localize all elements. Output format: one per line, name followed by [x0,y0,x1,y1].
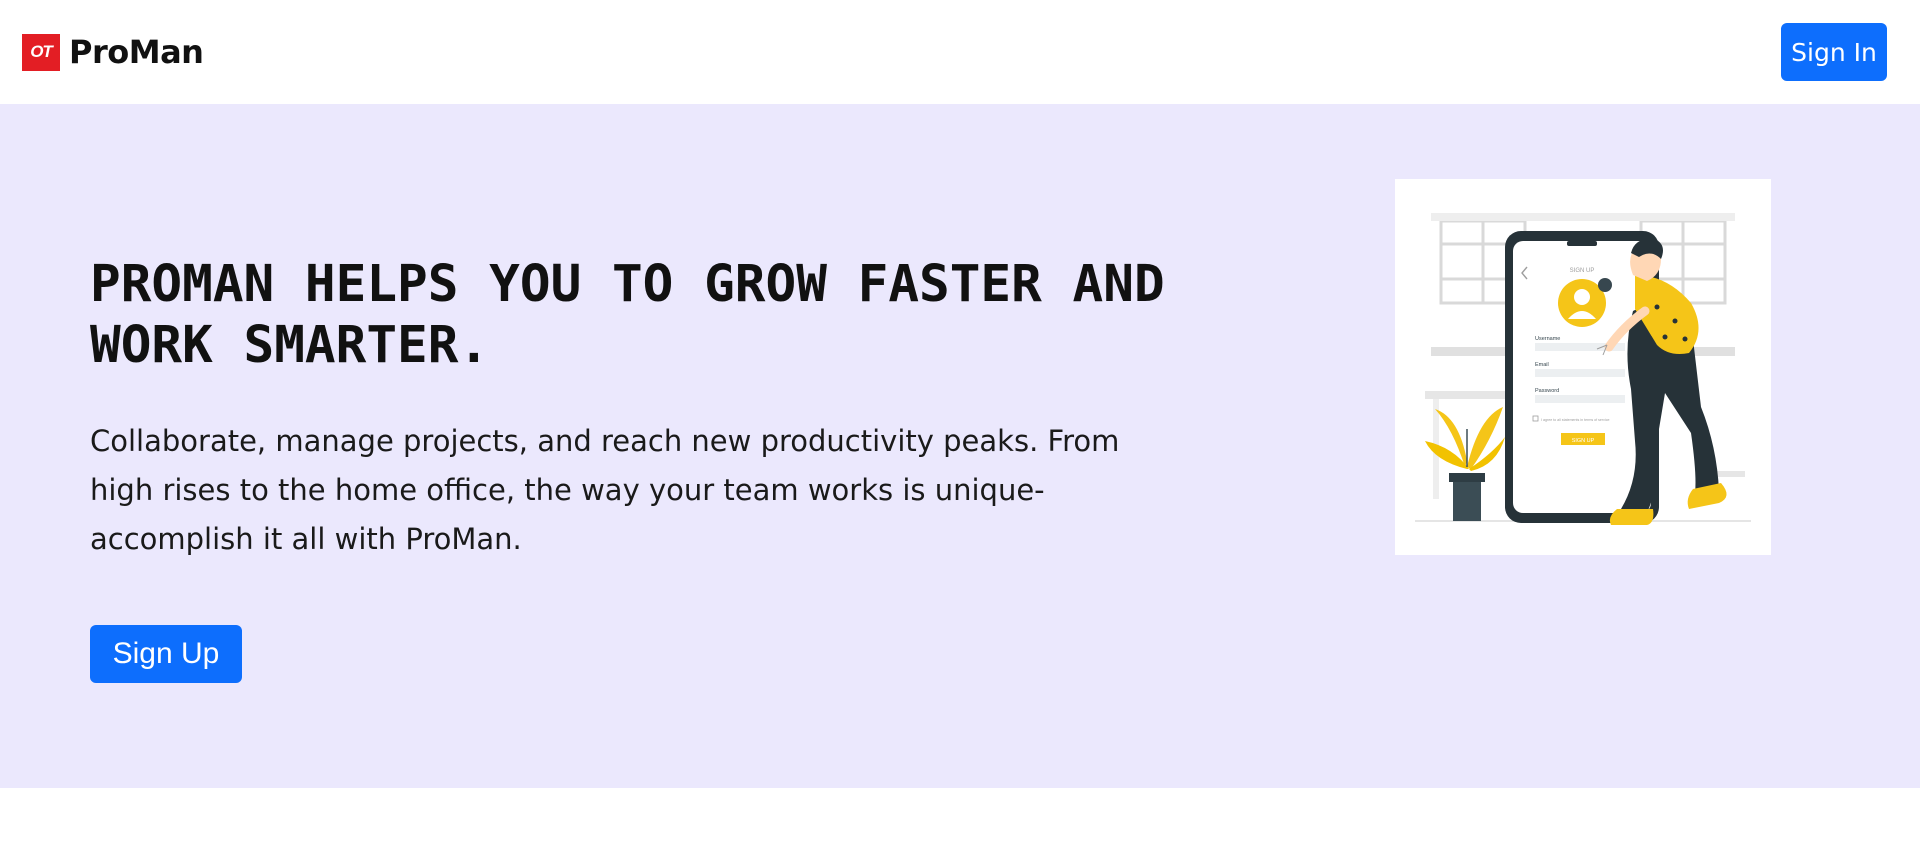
brand-name: ProMan [69,33,204,71]
sign-in-button[interactable]: Sign In [1781,23,1887,81]
phone-signup-header: SIGN UP [1570,268,1595,274]
signup-phone-illustration: SIGN UP Username Email Password I agree … [1415,213,1751,525]
brand-logo-icon: OT [22,33,60,71]
brand[interactable]: OT ProMan [22,33,204,71]
hero-illustration: SIGN UP Username Email Password I agree … [1395,179,1771,555]
phone-email-label: Email [1535,362,1549,368]
hero-title: PROMAN HELPS YOU TO GROW FASTER AND WORK… [90,255,1165,375]
phone-password-label: Password [1535,388,1559,394]
phone-terms-text: I agree to all statements in terms of se… [1541,418,1610,422]
navbar: OT ProMan Sign In [0,0,1920,104]
phone-signup-button-label: SIGN UP [1572,438,1595,444]
phone-username-label: Username [1535,336,1560,342]
hero-description: Collaborate, manage projects, and reach … [90,424,1120,556]
sign-up-button[interactable]: Sign Up [90,625,242,683]
hero-section: PROMAN HELPS YOU TO GROW FASTER AND WORK… [0,104,1920,788]
